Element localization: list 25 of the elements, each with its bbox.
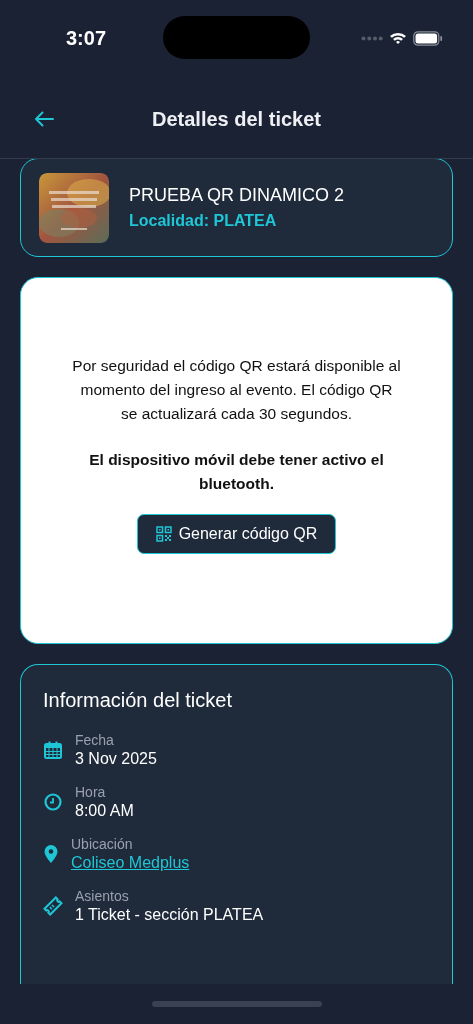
- event-name: PRUEBA QR DINAMICO 2: [129, 185, 345, 207]
- field-value: 8:00 AM: [75, 802, 134, 820]
- field-label: Asientos: [75, 888, 130, 904]
- section-title: Información del ticket: [43, 689, 233, 712]
- page-title: Detalles del ticket: [152, 107, 321, 131]
- qr-notice: Por seguridad el código QR estará disponible al momento del ingreso al evento. El código QR se actualizará cada 30 segundos.: [71, 356, 402, 425]
- status-time: 3:07: [66, 26, 107, 50]
- event-locality: Localidad: PLATEA: [129, 212, 278, 231]
- ticket-icon: [43, 896, 63, 916]
- signal-icon: [361, 35, 383, 41]
- battery-icon: [413, 30, 443, 46]
- venue-link[interactable]: Coliseo Medplus: [71, 854, 190, 872]
- map-pin-icon: [43, 844, 59, 864]
- qr-code-icon: [155, 526, 172, 543]
- field-label: Ubicación: [71, 836, 134, 852]
- clock-icon: [43, 792, 63, 812]
- back-arrow-icon: [34, 111, 54, 127]
- wifi-icon: [389, 31, 407, 45]
- field-value: 1 Ticket - sección PLATEA: [75, 906, 264, 924]
- field-label: Fecha: [75, 732, 115, 748]
- generate-qr-button[interactable]: Generar código QR: [136, 514, 337, 555]
- field-label: Hora: [75, 784, 107, 800]
- bluetooth-warning: El dispositivo móvil debe tener activo el bluetooth.: [88, 450, 385, 495]
- calendar-icon: [43, 740, 63, 760]
- field-value: 3 Nov 2025: [75, 750, 157, 768]
